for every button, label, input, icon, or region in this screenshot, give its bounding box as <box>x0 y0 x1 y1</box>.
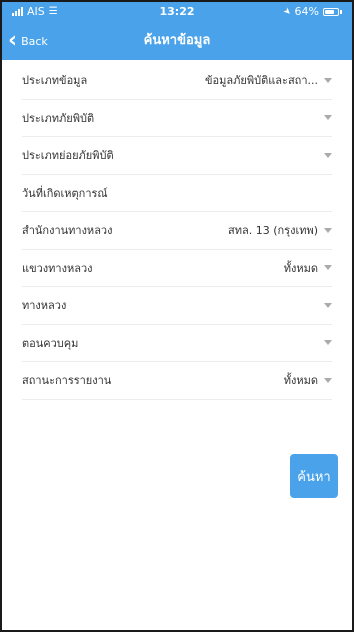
caret-down-icon <box>324 115 332 121</box>
phone-screen: AIS ☰ 13:22 ➤ 64% ‹ Back ค้นหาข้อมูล ประ… <box>2 2 352 630</box>
search-button[interactable]: ค้นหา <box>290 454 338 498</box>
field-disaster-subtype[interactable]: ประเภทย่อยภัยพิบัติ <box>22 137 332 175</box>
battery-percent: 64% <box>294 5 319 18</box>
caret-down-icon <box>324 340 332 346</box>
back-label: Back <box>21 34 48 48</box>
caret-down-icon <box>324 302 332 308</box>
field-value-wrap <box>318 340 332 346</box>
field-label: สถานะการรายงาน <box>22 374 112 388</box>
field-label: วันที่เกิดเหตุการณ์ <box>22 186 108 200</box>
field-value-wrap: ข้อมูลภัยพิบัติและสถา... <box>205 71 332 89</box>
page-title: ค้นหาข้อมูล <box>143 33 211 48</box>
nav-bar: ‹ Back ค้นหาข้อมูล <box>2 22 352 60</box>
status-right: ➤ 64% <box>280 5 342 18</box>
field-value: ข้อมูลภัยพิบัติและสถา... <box>205 74 318 88</box>
field-event-date[interactable]: วันที่เกิดเหตุการณ์ <box>22 175 332 212</box>
field-value: ทั้งหมด <box>283 261 318 275</box>
chevron-left-icon: ‹ <box>8 28 18 53</box>
search-form: ประเภทข้อมูล ข้อมูลภัยพิบัติและสถา... ปร… <box>22 62 332 400</box>
field-label: แขวงทางหลวง <box>22 261 93 275</box>
caret-down-icon <box>324 377 332 383</box>
caret-down-icon <box>324 77 332 83</box>
caret-down-icon <box>324 227 332 233</box>
field-value-wrap <box>318 152 332 158</box>
location-arrow-icon: ➤ <box>280 5 293 18</box>
field-highway-district[interactable]: แขวงทางหลวง ทั้งหมด <box>22 250 332 287</box>
status-bar: AIS ☰ 13:22 ➤ 64% <box>2 2 352 22</box>
field-value-wrap <box>318 115 332 121</box>
field-value-wrap: สทล. 13 (กรุงเทพ) <box>228 221 332 239</box>
field-label: ประเภทข้อมูล <box>22 74 88 88</box>
field-value: ทั้งหมด <box>283 374 318 388</box>
field-label: ทางหลวง <box>22 299 67 313</box>
field-control-section[interactable]: ตอนควบคุม <box>22 325 332 362</box>
field-value: สทล. 13 (กรุงเทพ) <box>228 224 318 238</box>
battery-icon <box>323 7 339 16</box>
field-label: ประเภทย่อยภัยพิบัติ <box>22 149 114 163</box>
field-highway[interactable]: ทางหลวง <box>22 287 332 325</box>
field-label: สำนักงานทางหลวง <box>22 224 113 238</box>
caret-down-icon <box>324 265 332 271</box>
field-label: ตอนควบคุม <box>22 336 79 350</box>
field-report-status[interactable]: สถานะการรายงาน ทั้งหมด <box>22 362 332 400</box>
field-value-wrap <box>318 302 332 308</box>
field-value-wrap: ทั้งหมด <box>284 259 332 277</box>
field-disaster-type[interactable]: ประเภทภัยพิบัติ <box>22 100 332 137</box>
field-data-type[interactable]: ประเภทข้อมูล ข้อมูลภัยพิบัติและสถา... <box>22 62 332 100</box>
field-value-wrap: ทั้งหมด <box>284 371 332 389</box>
field-label: ประเภทภัยพิบัติ <box>22 111 95 125</box>
back-button[interactable]: ‹ Back <box>8 22 48 60</box>
battery-cap <box>340 9 342 14</box>
caret-down-icon <box>324 152 332 158</box>
field-highway-office[interactable]: สำนักงานทางหลวง สทล. 13 (กรุงเทพ) <box>22 212 332 250</box>
